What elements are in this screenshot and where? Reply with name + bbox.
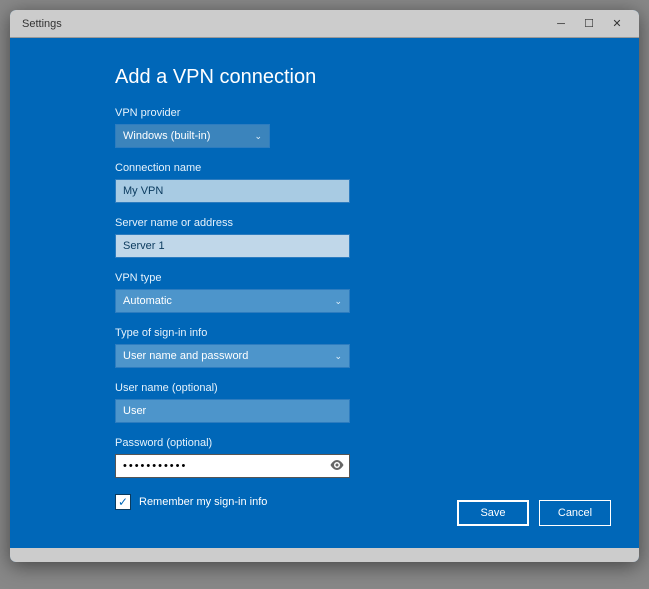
server-input[interactable]: [115, 234, 350, 258]
username-input[interactable]: [115, 399, 350, 423]
password-label: Password (optional): [115, 437, 639, 449]
vpn-type-select[interactable]: Automatic ⌄: [115, 289, 350, 313]
cancel-button[interactable]: Cancel: [539, 500, 611, 526]
username-group: User name (optional): [115, 382, 639, 423]
password-wrap: [115, 454, 350, 478]
signin-type-label: Type of sign-in info: [115, 327, 639, 339]
titlebar: Settings ─ ☐ ✕: [10, 10, 639, 38]
maximize-button[interactable]: ☐: [575, 10, 603, 38]
vpn-provider-select[interactable]: Windows (built-in) ⌄: [115, 124, 270, 148]
password-group: Password (optional): [115, 437, 639, 478]
settings-window: Settings ─ ☐ ✕ Add a VPN connection VPN …: [10, 10, 639, 562]
content-area: Add a VPN connection VPN provider Window…: [10, 38, 639, 548]
vpn-provider-value: Windows (built-in): [123, 130, 210, 142]
remember-label: Remember my sign-in info: [139, 496, 267, 508]
connection-name-label: Connection name: [115, 162, 639, 174]
vpn-provider-group: VPN provider Windows (built-in) ⌄: [115, 107, 639, 148]
server-label: Server name or address: [115, 217, 639, 229]
server-group: Server name or address: [115, 217, 639, 258]
vpn-provider-label: VPN provider: [115, 107, 639, 119]
button-row: Save Cancel: [457, 500, 611, 526]
chevron-down-icon: ⌄: [334, 296, 342, 307]
connection-name-input[interactable]: [115, 179, 350, 203]
reveal-password-icon[interactable]: [330, 459, 344, 473]
connection-name-group: Connection name: [115, 162, 639, 203]
password-input[interactable]: [115, 454, 350, 478]
vpn-type-label: VPN type: [115, 272, 639, 284]
chevron-down-icon: ⌄: [254, 131, 262, 142]
username-label: User name (optional): [115, 382, 639, 394]
close-button[interactable]: ✕: [603, 10, 631, 38]
signin-type-group: Type of sign-in info User name and passw…: [115, 327, 639, 368]
vpn-type-value: Automatic: [123, 295, 172, 307]
titlebar-controls: ─ ☐ ✕: [547, 10, 631, 38]
bottom-bar: [10, 548, 639, 562]
checkmark-icon: ✓: [118, 496, 128, 508]
page-title: Add a VPN connection: [115, 66, 639, 89]
vpn-type-group: VPN type Automatic ⌄: [115, 272, 639, 313]
chevron-down-icon: ⌄: [334, 351, 342, 362]
remember-checkbox[interactable]: ✓: [115, 494, 131, 510]
signin-type-select[interactable]: User name and password ⌄: [115, 344, 350, 368]
window-title: Settings: [22, 18, 62, 30]
save-button[interactable]: Save: [457, 500, 529, 526]
signin-type-value: User name and password: [123, 350, 248, 362]
minimize-button[interactable]: ─: [547, 10, 575, 38]
